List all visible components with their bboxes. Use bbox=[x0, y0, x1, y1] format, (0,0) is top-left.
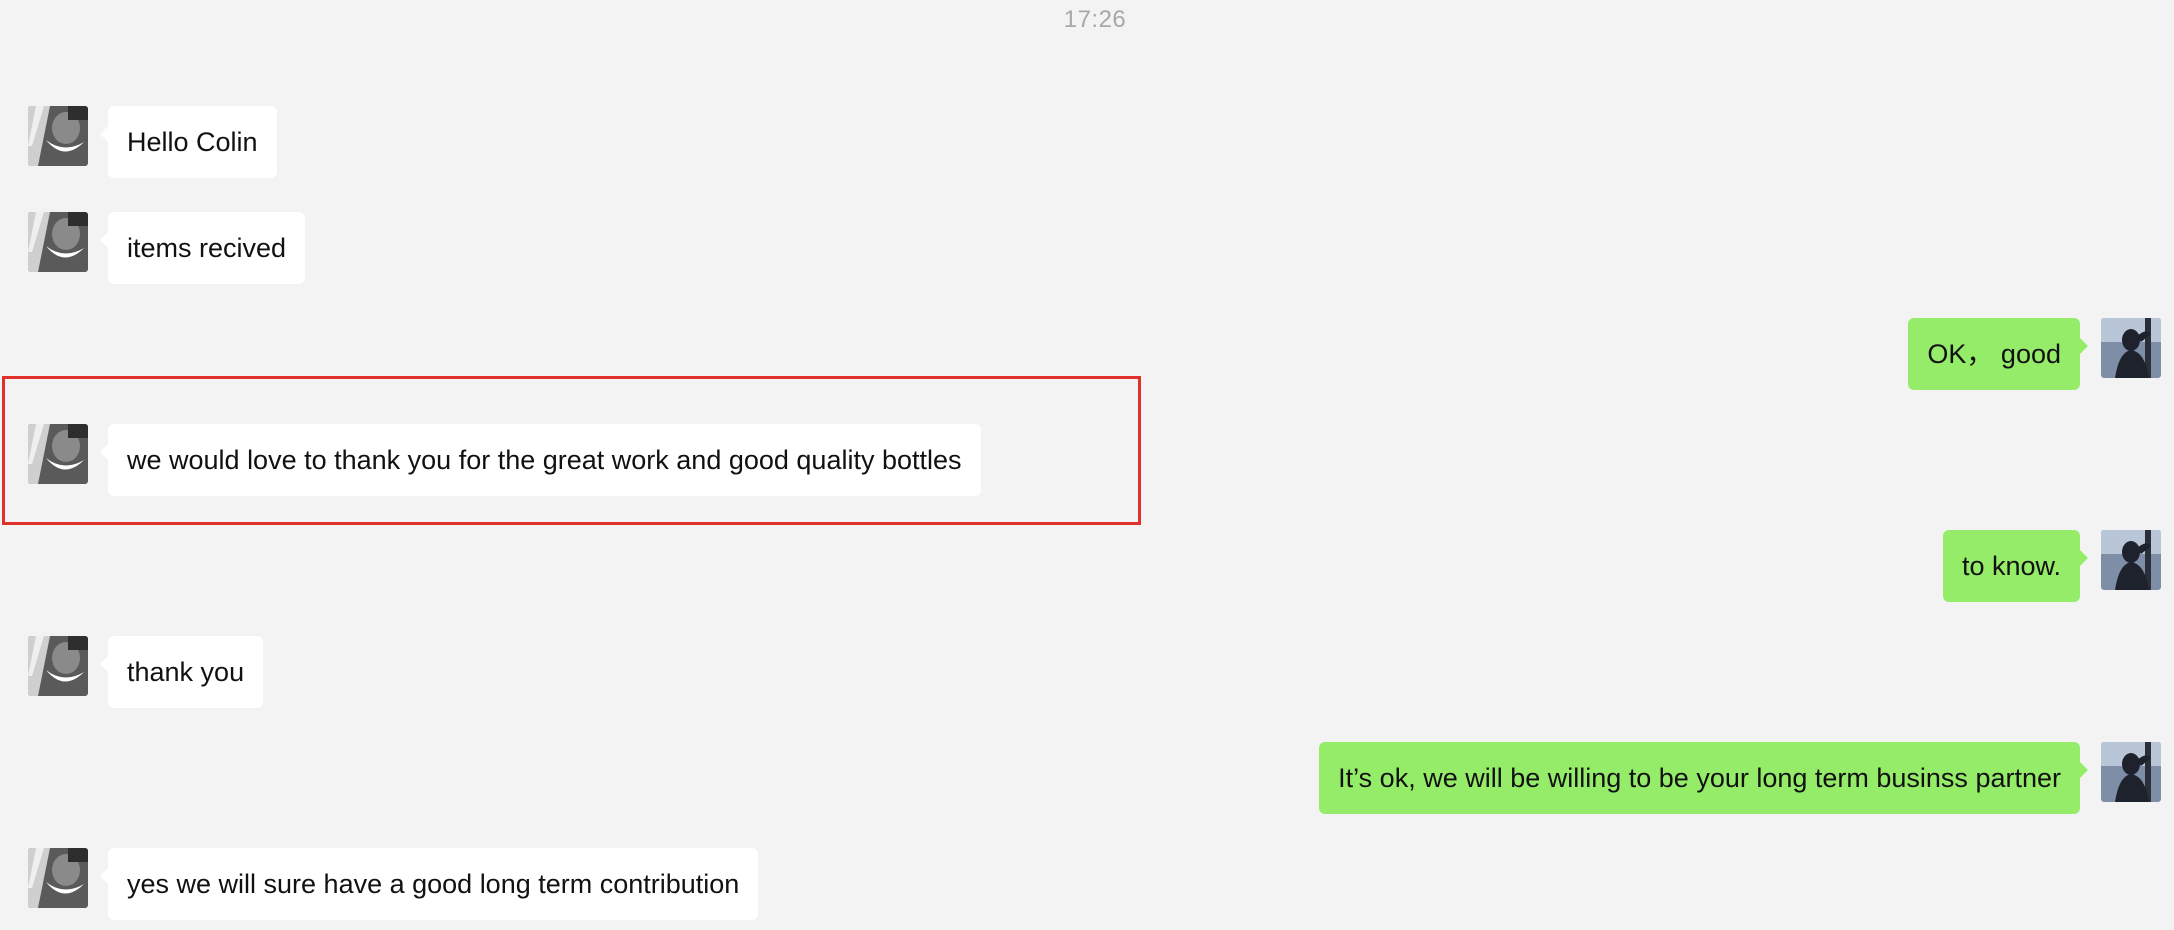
self-avatar-icon[interactable] bbox=[2101, 530, 2161, 590]
message-row-incoming: Hello Colin bbox=[0, 106, 400, 178]
highlight-box bbox=[2, 376, 1141, 525]
chat-timestamp: 17:26 bbox=[1063, 6, 1127, 33]
contact-avatar-icon[interactable] bbox=[28, 212, 88, 272]
contact-avatar-icon[interactable] bbox=[28, 106, 88, 166]
message-row-outgoing: to know. bbox=[0, 530, 2174, 602]
message-bubble[interactable]: yes we will sure have a good long term c… bbox=[99, 848, 759, 920]
self-avatar-icon[interactable] bbox=[2101, 742, 2161, 802]
self-avatar-icon[interactable] bbox=[2101, 318, 2161, 378]
message-bubble[interactable]: to know. bbox=[1942, 530, 2089, 602]
message-bubble[interactable]: thank you bbox=[99, 636, 264, 708]
message-bubble[interactable]: It’s ok, we will be willing to be your l… bbox=[1319, 742, 2088, 814]
message-bubble[interactable]: items recived bbox=[99, 212, 306, 284]
message-bubble[interactable]: OK， good bbox=[1908, 318, 2088, 390]
message-row-incoming: thank you bbox=[0, 636, 400, 708]
message-row-outgoing: It’s ok, we will be willing to be your l… bbox=[0, 742, 2174, 814]
contact-avatar-icon[interactable] bbox=[28, 848, 88, 908]
message-bubble[interactable]: Hello Colin bbox=[100, 106, 277, 178]
message-row-incoming: yes we will sure have a good long term c… bbox=[0, 848, 900, 920]
contact-avatar-icon[interactable] bbox=[28, 636, 88, 696]
message-row-incoming: items recived bbox=[0, 212, 400, 284]
